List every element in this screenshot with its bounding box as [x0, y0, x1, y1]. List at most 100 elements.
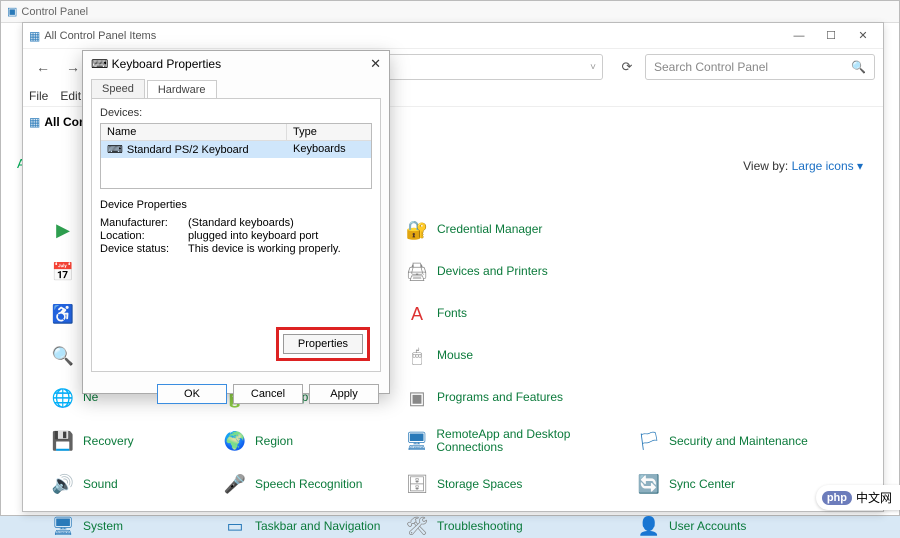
- cp-item-label: Region: [255, 435, 293, 448]
- viewby-dropdown[interactable]: Large icons ▾: [792, 159, 863, 173]
- nav-back-button[interactable]: ←: [31, 55, 55, 79]
- control-panel-icon: ▦: [29, 115, 40, 129]
- properties-button[interactable]: Properties: [283, 334, 363, 354]
- cp-item-label: User Accounts: [669, 520, 746, 533]
- date-and-time-icon: 📅: [51, 260, 75, 284]
- dp-status-value: This device is working properly.: [188, 243, 341, 255]
- devices-label: Devices:: [100, 107, 372, 119]
- dp-title: Device Properties: [100, 199, 372, 211]
- cp-item-fonts[interactable]: AFonts: [405, 302, 635, 326]
- cp-item-security-and-maintenance[interactable]: 🏳 Security and Maintenance: [637, 428, 847, 454]
- cp-item-remoteapp-and-desktop-connections[interactable]: 🖥RemoteApp and Desktop Connections: [405, 428, 635, 454]
- dp-location-value: plugged into keyboard port: [188, 230, 318, 242]
- cp-item-credential-manager[interactable]: 🔐Credential Manager: [405, 218, 635, 242]
- search-placeholder: Search Control Panel: [654, 60, 768, 74]
- col-type[interactable]: Type: [287, 124, 371, 140]
- device-type: Keyboards: [287, 141, 371, 158]
- menu-edit[interactable]: Edit: [60, 89, 81, 103]
- cp-item-storage-spaces[interactable]: 🗄 Storage Spaces: [405, 472, 635, 496]
- device-properties: Device Properties Manufacturer:(Standard…: [100, 199, 372, 255]
- cp-item-programs-and-features[interactable]: ▣ Programs and Features: [405, 386, 635, 410]
- device-name: Standard PS/2 Keyboard: [127, 144, 249, 156]
- dp-status-label: Device status:: [100, 243, 188, 255]
- network-and-sharing-center-icon: 🌐: [51, 386, 75, 410]
- cp-item-sound[interactable]: 🔊Sound: [51, 472, 221, 496]
- user-accounts-icon: 👤: [637, 514, 661, 538]
- tab-body: Devices: Name Type ⌨ Standard PS/2 Keyboa…: [91, 98, 381, 372]
- devices-and-printers-icon: 🖨: [405, 260, 429, 284]
- cp-item-label: Sync Center: [669, 478, 735, 491]
- cp-item-label: System: [83, 520, 123, 533]
- cp-item-label: Storage Spaces: [437, 478, 522, 491]
- inner-titlebar[interactable]: ▦ All Control Panel Items ― ☐ ✕: [23, 23, 883, 49]
- cp-item-sync-center[interactable]: 🔄 Sync Center: [637, 472, 847, 496]
- cp-item-mouse[interactable]: 🖱 Mouse: [405, 344, 635, 368]
- device-row[interactable]: ⌨ Standard PS/2 Keyboard Keyboards: [101, 141, 371, 158]
- php-badge: php 中文网: [816, 485, 900, 510]
- speech-recognition-icon: 🎤: [223, 472, 247, 496]
- mouse-icon: 🖱: [405, 344, 429, 368]
- col-name[interactable]: Name: [101, 124, 287, 140]
- recovery-icon: 💾: [51, 429, 75, 453]
- dialog-titlebar[interactable]: ⌨ Keyboard Properties ✕: [83, 51, 389, 77]
- cp-item-taskbar-and-navigation[interactable]: ▭ Taskbar and Navigation: [223, 514, 403, 538]
- dp-location-label: Location:: [100, 230, 188, 242]
- minimize-button[interactable]: ―: [785, 27, 813, 45]
- storage-spaces-icon: 🗄: [405, 472, 429, 496]
- tab-hardware[interactable]: Hardware: [147, 80, 217, 99]
- refresh-button[interactable]: ⟳: [615, 55, 639, 79]
- dialog-buttons: OK Cancel Apply: [83, 380, 389, 412]
- device-list-header: Name Type: [101, 124, 371, 141]
- cp-item-devices-and-printers[interactable]: 🖨 Devices and Printers: [405, 260, 635, 284]
- cp-item-label: Devices and Printers: [437, 265, 548, 278]
- dialog-title: Keyboard Properties: [112, 57, 370, 71]
- security-and-maintenance-icon: 🏳: [637, 429, 661, 453]
- close-button[interactable]: ✕: [849, 27, 877, 45]
- ease-of-access-center-icon: ♿: [51, 302, 75, 326]
- cp-item-region[interactable]: 🌍 Region: [223, 428, 403, 454]
- keyboard-icon: ⌨: [91, 57, 108, 71]
- sync-center-icon: 🔄: [637, 472, 661, 496]
- cp-item-label: Troubleshooting: [437, 520, 523, 533]
- cp-item-label: Security and Maintenance: [669, 435, 808, 448]
- search-input[interactable]: Search Control Panel 🔍: [645, 54, 875, 80]
- apply-button[interactable]: Apply: [309, 384, 379, 404]
- cp-item-user-accounts[interactable]: 👤 User Accounts: [637, 514, 847, 538]
- maximize-button[interactable]: ☐: [817, 27, 845, 45]
- taskbar-and-navigation-icon: ▭: [223, 514, 247, 538]
- dp-manufacturer-label: Manufacturer:: [100, 217, 188, 229]
- autoplay-icon: ▶: [51, 218, 75, 242]
- tab-speed[interactable]: Speed: [91, 79, 145, 98]
- menu-file[interactable]: File: [29, 89, 48, 103]
- cp-item-label: Taskbar and Navigation: [255, 520, 380, 533]
- cp-item-troubleshooting[interactable]: 🛠 Troubleshooting: [405, 514, 635, 538]
- keyboard-icon: ⌨: [107, 143, 123, 156]
- programs-and-features-icon: ▣: [405, 386, 429, 410]
- cp-item-label: RemoteApp and Desktop Connections: [436, 428, 635, 454]
- cp-item-label: Speech Recognition: [255, 478, 362, 491]
- device-list[interactable]: Name Type ⌨ Standard PS/2 Keyboard Keyboa…: [100, 123, 372, 189]
- control-panel-icon: ▦: [29, 29, 40, 43]
- search-icon[interactable]: 🔍: [851, 60, 866, 74]
- cp-item-speech-recognition[interactable]: 🎤 Speech Recognition: [223, 472, 403, 496]
- inner-title: All Control Panel Items: [44, 30, 785, 42]
- cp-item-label: Programs and Features: [437, 391, 563, 404]
- cp-item-label: Recovery: [83, 435, 134, 448]
- cp-item-label: Mouse: [437, 349, 473, 362]
- region-icon: 🌍: [223, 429, 247, 453]
- control-panel-icon: ▣: [7, 5, 17, 18]
- sound-icon: 🔊: [51, 472, 75, 496]
- ok-button[interactable]: OK: [157, 384, 227, 404]
- php-text: 中文网: [856, 489, 892, 506]
- cp-item-system[interactable]: 🖥System: [51, 514, 221, 538]
- chevron-down-icon[interactable]: ˅: [590, 62, 596, 73]
- outer-title: Control Panel: [21, 6, 88, 18]
- close-icon[interactable]: ✕: [370, 56, 381, 72]
- view-by: View by: Large icons ▾: [743, 159, 863, 173]
- tabs: Speed Hardware: [83, 79, 389, 98]
- cancel-button[interactable]: Cancel: [233, 384, 303, 404]
- troubleshooting-icon: 🛠: [405, 514, 429, 538]
- indexing-options-icon: 🔍: [51, 344, 75, 368]
- cp-item-recovery[interactable]: 💾 Recovery: [51, 428, 221, 454]
- php-logo: php: [822, 491, 852, 505]
